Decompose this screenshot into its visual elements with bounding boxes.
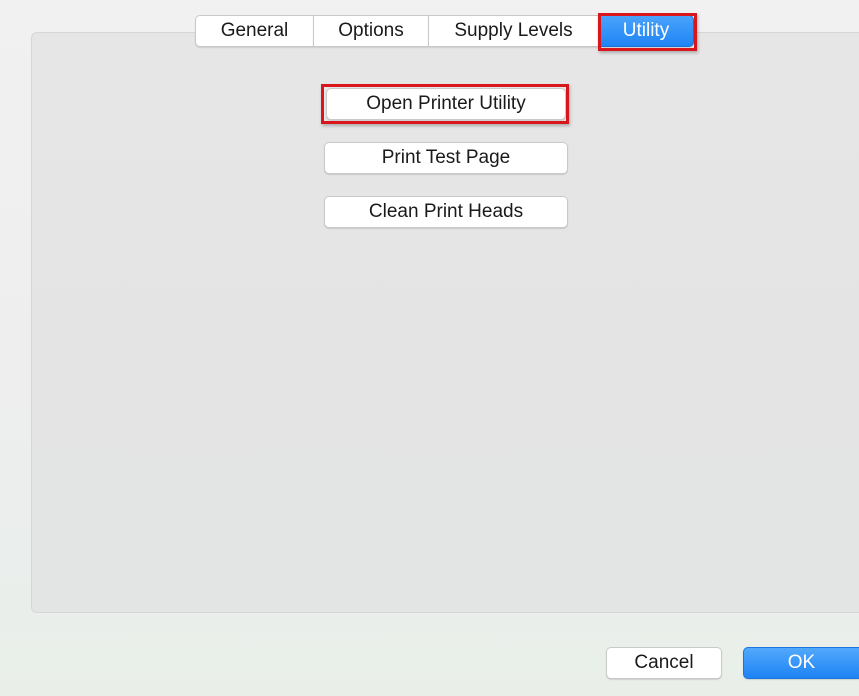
ok-button[interactable]: OK: [743, 647, 859, 679]
print-test-page-button[interactable]: Print Test Page: [324, 142, 568, 174]
tab-utility[interactable]: Utility: [598, 15, 694, 47]
open-printer-utility-button[interactable]: Open Printer Utility: [326, 88, 566, 120]
cancel-button[interactable]: Cancel: [606, 647, 722, 679]
clean-print-heads-button[interactable]: Clean Print Heads: [324, 196, 568, 228]
tab-general[interactable]: General: [195, 15, 313, 47]
tab-supply-levels[interactable]: Supply Levels: [428, 15, 598, 47]
printer-options-dialog: General Options Supply Levels Utility Op…: [0, 0, 859, 696]
tab-options[interactable]: Options: [313, 15, 428, 47]
tab-bar: General Options Supply Levels Utility: [195, 15, 694, 47]
